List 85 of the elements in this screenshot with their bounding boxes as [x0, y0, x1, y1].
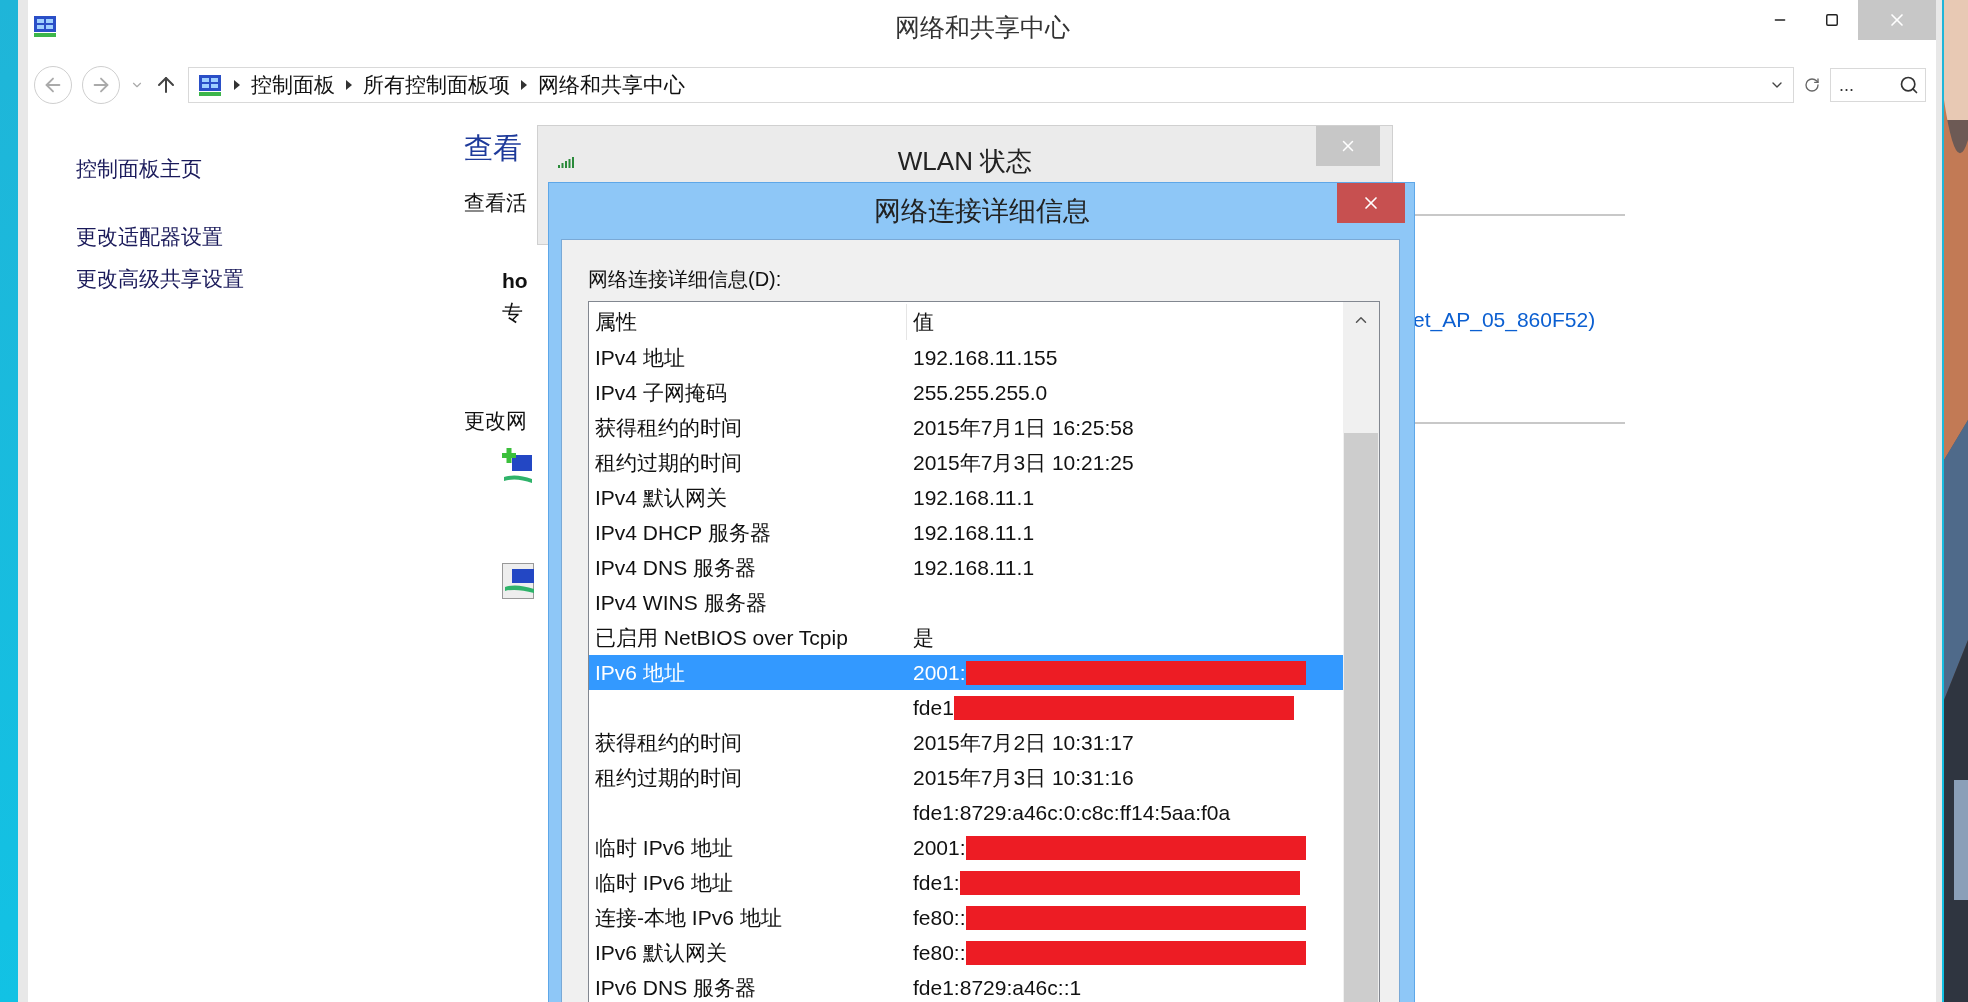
- close-button[interactable]: [1316, 126, 1380, 166]
- property-cell: IPv4 默认网关: [595, 485, 727, 509]
- value-cell: 192.168.11.155: [913, 345, 1058, 370]
- property-cell: IPv6 默认网关: [595, 940, 727, 964]
- property-cell: 租约过期的时间: [595, 450, 742, 474]
- property-cell: 连接-本地 IPv6 地址: [595, 905, 782, 929]
- list-row[interactable]: IPv6 默认网关 fe80::: [589, 935, 1343, 970]
- property-cell: IPv6 地址: [595, 660, 685, 684]
- search-icon[interactable]: [1899, 75, 1919, 95]
- value-cell: 192.168.11.1: [913, 485, 1035, 510]
- value-cell: 192.168.11.1: [913, 520, 1035, 545]
- list-row[interactable]: 连接-本地 IPv6 地址 fe80::: [589, 900, 1343, 935]
- property-cell: 获得租约的时间: [595, 415, 742, 439]
- list-row[interactable]: 获得租约的时间 2015年7月1日 16:25:58: [589, 410, 1343, 445]
- page-heading: 查看: [464, 131, 523, 166]
- section-label: 更改网: [464, 408, 528, 434]
- list-row[interactable]: IPv4 地址 192.168.11.155: [589, 340, 1343, 375]
- value-cell-text: 2015年7月1日 16:25:58: [913, 414, 1134, 441]
- window-title: 网络和共享中心: [894, 12, 1070, 43]
- value-cell: fe80::: [913, 940, 966, 965]
- property-cell: IPv4 地址: [595, 345, 685, 369]
- signal-icon: [558, 156, 574, 168]
- value-cell: 192.168.11.1: [913, 555, 1035, 580]
- search-field[interactable]: ...: [1830, 68, 1926, 102]
- value-cell: 255.255.255.0: [913, 380, 1048, 405]
- column-header[interactable]: 属性: [595, 304, 907, 340]
- troubleshoot-icon[interactable]: [502, 563, 534, 599]
- value-cell: fe80::: [913, 905, 966, 930]
- list-row[interactable]: IPv4 DNS 服务器 192.168.11.1: [589, 550, 1343, 585]
- dialog-title: WLAN 状态: [897, 145, 1033, 178]
- section-label: 查看活: [464, 190, 528, 216]
- list-row[interactable]: IPv4 DHCP 服务器 192.168.11.1: [589, 515, 1343, 550]
- property-cell: 租约过期的时间: [595, 765, 742, 789]
- dialog-title: 网络连接详细信息: [873, 195, 1090, 228]
- sidebar-link[interactable]: 更改适配器设置: [76, 223, 464, 251]
- list-row[interactable]: 获得租约的时间 2015年7月2日 10:31:17: [589, 725, 1343, 760]
- list-row[interactable]: IPv4 WINS 服务器: [589, 585, 1343, 620]
- network-name: ho: [502, 269, 529, 293]
- property-cell: 临时 IPv6 地址: [595, 870, 733, 894]
- property-cell: 临时 IPv6 地址: [595, 835, 733, 859]
- list-row[interactable]: 租约过期的时间 2015年7月3日 10:21:25: [589, 445, 1343, 480]
- value-cell-text: 2015年7月3日 10:31:16: [913, 764, 1134, 791]
- value-cell: 2001:: [913, 660, 966, 685]
- list-row[interactable]: fde1:8729:a46c:0:c8c:ff14:5aa:f0a: [589, 795, 1343, 830]
- sidebar-link[interactable]: 控制面板主页: [76, 155, 464, 183]
- list-label: 网络连接详细信息(D):: [588, 267, 783, 292]
- list-row[interactable]: 已启用 NetBIOS over Tcpip 是: [589, 620, 1343, 655]
- address-field[interactable]: 控制面板 所有控制面板项 网络和共享中心: [188, 67, 1794, 103]
- value-cell: fde1: [913, 695, 954, 720]
- list-row[interactable]: fde1: [589, 690, 1343, 725]
- scrollbar[interactable]: [1343, 302, 1379, 1002]
- network-type: 专: [502, 300, 524, 326]
- value-cell: 2001:: [913, 835, 966, 860]
- list-row[interactable]: IPv4 子网掩码 255.255.255.0: [589, 375, 1343, 410]
- list-row[interactable]: IPv6 DNS 服务器 fde1:8729:a46c::1: [589, 970, 1343, 1002]
- value-cell-text: 是: [913, 624, 934, 651]
- connection-link[interactable]: et_AP_05_860F52): [1413, 308, 1625, 332]
- list-row[interactable]: IPv4 默认网关 192.168.11.1: [589, 480, 1343, 515]
- breadcrumb[interactable]: 网络和共享中心: [538, 71, 685, 99]
- value-cell: fde1:: [913, 870, 960, 895]
- list-row[interactable]: 临时 IPv6 地址 2001:: [589, 830, 1343, 865]
- list-row[interactable]: 临时 IPv6 地址 fde1:: [589, 865, 1343, 900]
- property-cell: IPv4 DNS 服务器: [595, 555, 757, 579]
- maximize-icon[interactable]: [1825, 13, 1839, 27]
- property-cell: IPv4 DHCP 服务器: [595, 520, 771, 544]
- control-panel-icon: [197, 72, 223, 98]
- breadcrumb-arrow-icon: [345, 79, 353, 91]
- breadcrumb[interactable]: 控制面板: [251, 71, 335, 99]
- column-header[interactable]: 值: [907, 304, 1343, 340]
- breadcrumb-arrow-icon: [233, 79, 241, 91]
- value-cell-text: 2015年7月3日 10:21:25: [913, 449, 1134, 476]
- property-cell: IPv4 WINS 服务器: [595, 590, 767, 614]
- list-row[interactable]: 租约过期的时间 2015年7月3日 10:31:16: [589, 760, 1343, 795]
- value-cell-text: 2015年7月2日 10:31:17: [913, 729, 1134, 756]
- breadcrumb-arrow-icon: [520, 79, 528, 91]
- refresh-icon[interactable]: [1804, 77, 1820, 93]
- value-cell: fde1:8729:a46c:0:c8c:ff14:5aa:f0a: [913, 800, 1231, 825]
- property-cell: IPv4 子网掩码: [595, 380, 727, 404]
- property-cell: 已启用 NetBIOS over Tcpip: [595, 625, 848, 649]
- breadcrumb[interactable]: 所有控制面板项: [363, 71, 510, 99]
- value-cell: fde1:8729:a46c::1: [913, 975, 1082, 1000]
- sidebar-link[interactable]: 更改高级共享设置: [76, 265, 464, 293]
- close-button[interactable]: [1337, 183, 1405, 223]
- property-cell: 获得租约的时间: [595, 730, 742, 754]
- property-cell: IPv6 DNS 服务器: [595, 975, 757, 999]
